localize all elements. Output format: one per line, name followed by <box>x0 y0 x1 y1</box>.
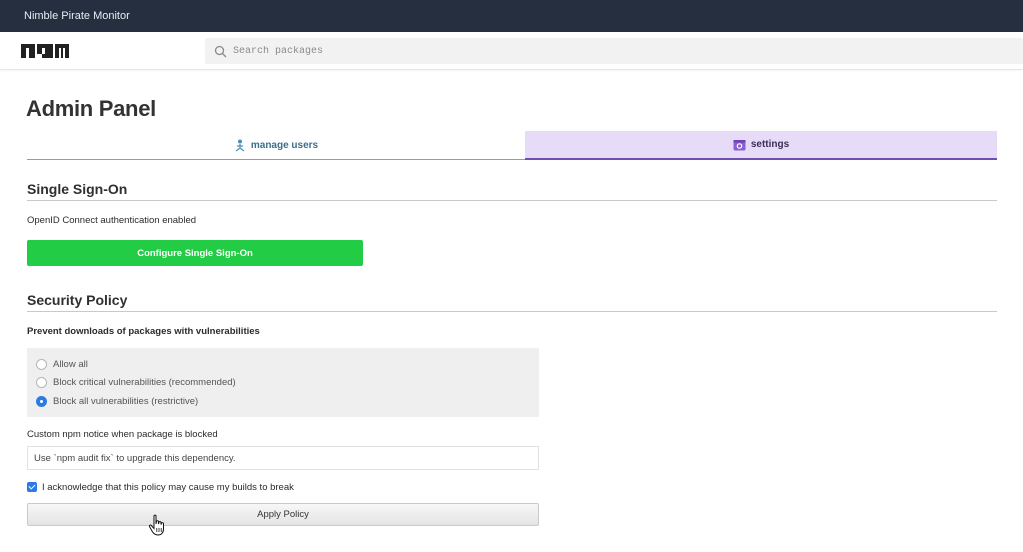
admin-tabs: manage users settings <box>27 131 997 160</box>
security-policy-title: Security Policy <box>27 292 128 308</box>
window-titlebar: Nimble Pirate Monitor <box>0 0 1023 32</box>
vulnerability-policy-options: Allow all Block critical vulnerabilities… <box>27 348 539 417</box>
sso-section-title: Single Sign-On <box>27 181 128 197</box>
sso-divider <box>27 200 997 201</box>
radio-button[interactable] <box>36 376 47 388</box>
search-bar[interactable] <box>205 38 1023 64</box>
radio-label: Block all vulnerabilities (restrictive) <box>53 395 199 407</box>
tab-manage-users-label: manage users <box>250 139 319 151</box>
users-icon <box>235 139 245 151</box>
acknowledge-checkbox[interactable] <box>27 482 37 492</box>
window-title: Nimble Pirate Monitor <box>24 10 130 22</box>
settings-icon <box>733 139 746 150</box>
prevent-downloads-label: Prevent downloads of packages with vulne… <box>27 326 260 337</box>
radio-label: Allow all <box>53 358 88 370</box>
search-icon <box>214 45 227 58</box>
radio-label: Block critical vulnerabilities (recommen… <box>53 376 236 388</box>
tab-manage-users[interactable]: manage users <box>27 131 525 160</box>
acknowledge-checkbox-row[interactable]: I acknowledge that this policy may cause… <box>27 480 294 494</box>
tab-settings[interactable]: settings <box>525 131 997 160</box>
radio-button[interactable] <box>36 358 47 370</box>
page-title: Admin Panel <box>26 96 156 121</box>
radio-block-critical[interactable]: Block critical vulnerabilities (recommen… <box>36 375 236 389</box>
acknowledge-label: I acknowledge that this policy may cause… <box>42 481 294 493</box>
security-policy-divider <box>27 311 997 312</box>
tab-settings-label: settings <box>750 139 790 150</box>
sso-status-text: OpenID Connect authentication enabled <box>27 215 197 226</box>
radio-allow-all[interactable]: Allow all <box>36 357 88 371</box>
custom-notice-input[interactable] <box>27 446 539 470</box>
apply-policy-button[interactable]: Apply Policy <box>27 503 539 526</box>
configure-sso-button[interactable]: Configure Single Sign-On <box>27 240 363 266</box>
custom-notice-label: Custom npm notice when package is blocke… <box>27 429 218 440</box>
npm-logo[interactable]: npm <box>21 44 69 58</box>
search-input[interactable] <box>233 38 933 64</box>
radio-button-selected[interactable] <box>36 395 47 407</box>
radio-block-all[interactable]: Block all vulnerabilities (restrictive) <box>36 394 198 408</box>
npm-header: npm <box>0 32 1023 70</box>
hand-pointer-icon <box>148 514 164 536</box>
